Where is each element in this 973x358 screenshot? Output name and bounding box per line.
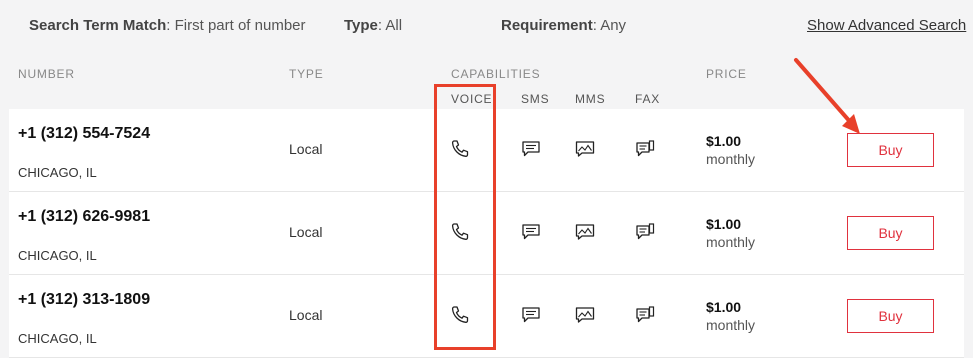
search-filters-bar: Search Term Match: First part of number … — [0, 0, 973, 52]
fax-icon — [636, 306, 655, 323]
search-term-value: : First part of number — [166, 17, 306, 34]
requirement-filter-label: Requirement — [501, 17, 593, 34]
table-row: +1 (312) 554-7524 CHICAGO, IL Local $1.0… — [9, 109, 964, 192]
column-header-price: PRICE — [706, 67, 747, 81]
number-price: $1.00 — [706, 216, 742, 232]
price-period: monthly — [706, 151, 756, 167]
number-location: CHICAGO, IL — [18, 248, 97, 263]
table-row: +1 (312) 626-9981 CHICAGO, IL Local $1.0… — [9, 192, 964, 275]
type-filter-label: Type — [344, 17, 378, 34]
image-message-icon — [575, 224, 595, 240]
number-price: $1.00 — [706, 133, 742, 149]
show-advanced-search-link[interactable]: Show Advanced Search — [807, 17, 966, 34]
column-header-fax: FAX — [635, 92, 661, 106]
number-type: Local — [289, 307, 323, 323]
phone-number: +1 (312) 554-7524 — [18, 125, 151, 142]
number-location: CHICAGO, IL — [18, 165, 97, 180]
buy-button[interactable]: Buy — [847, 216, 934, 250]
number-type: Local — [289, 141, 323, 157]
column-header-sms: SMS — [521, 92, 550, 106]
price-period: monthly — [706, 317, 756, 333]
image-message-icon — [575, 307, 595, 323]
image-message-icon — [575, 141, 595, 157]
table-row: +1 (312) 313-1809 CHICAGO, IL Local $1.0… — [9, 275, 964, 358]
search-term-filter[interactable]: Search Term Match: First part of number — [29, 17, 306, 34]
phone-icon — [451, 306, 469, 323]
column-header-mms: MMS — [575, 92, 606, 106]
search-term-label: Search Term Match — [29, 17, 167, 34]
message-icon — [522, 141, 540, 157]
number-type: Local — [289, 224, 323, 240]
column-header-number: NUMBER — [18, 67, 75, 81]
column-header-voice: VOICE — [451, 92, 493, 106]
column-header-capabilities: CAPABILITIES — [451, 67, 541, 81]
buy-button[interactable]: Buy — [847, 299, 934, 333]
number-price: $1.00 — [706, 299, 742, 315]
phone-icon — [451, 223, 469, 240]
message-icon — [522, 224, 540, 240]
requirement-filter-value: : Any — [592, 17, 627, 34]
phone-number-results-table: +1 (312) 554-7524 CHICAGO, IL Local $1.0… — [9, 109, 964, 358]
fax-icon — [636, 140, 655, 157]
phone-number: +1 (312) 626-9981 — [18, 208, 151, 225]
phone-number: +1 (312) 313-1809 — [18, 291, 151, 308]
price-period: monthly — [706, 234, 756, 250]
number-location: CHICAGO, IL — [18, 331, 97, 346]
message-icon — [522, 307, 540, 323]
buy-button[interactable]: Buy — [847, 133, 934, 167]
type-filter-value: : All — [377, 17, 403, 34]
column-header-type: TYPE — [289, 67, 324, 81]
type-filter[interactable]: Type: All — [344, 17, 402, 34]
requirement-filter[interactable]: Requirement: Any — [501, 17, 626, 34]
phone-icon — [451, 140, 469, 157]
fax-icon — [636, 223, 655, 240]
